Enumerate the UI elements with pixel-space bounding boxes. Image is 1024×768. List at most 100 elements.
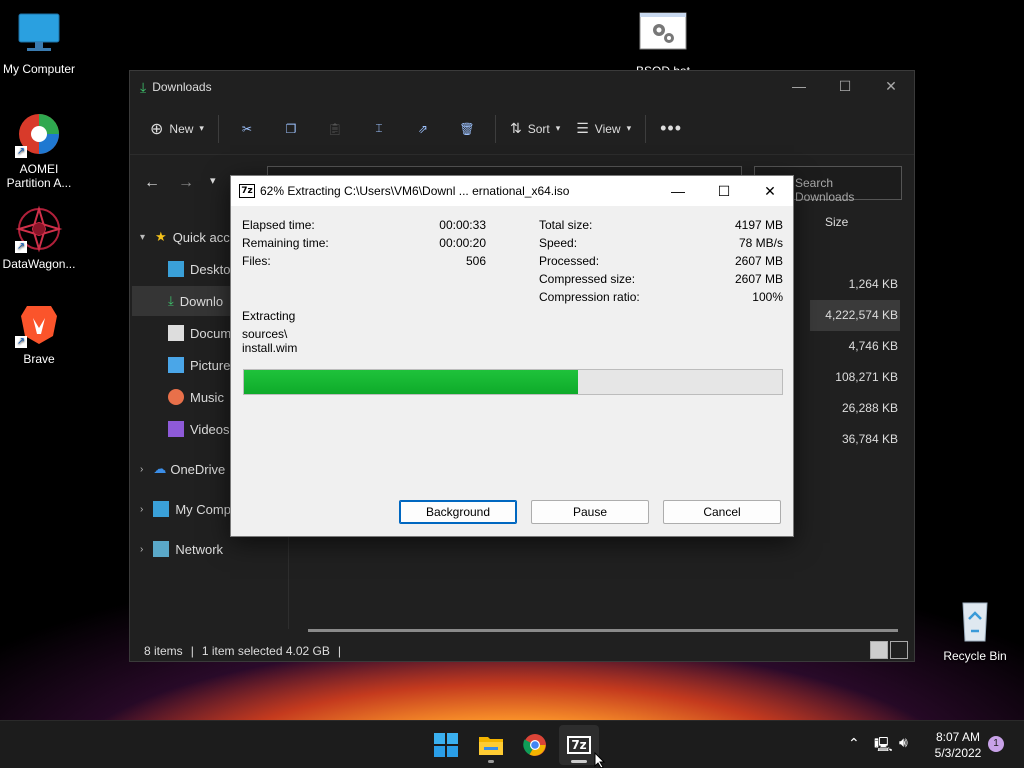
desktop-icon-recycle-bin[interactable]: Recycle Bin	[935, 597, 1015, 663]
chevron-up-icon[interactable]: ⌃	[848, 735, 860, 752]
system-clock[interactable]: 8:07 AM 5/3/2022	[922, 729, 994, 761]
stat-value: 00:00:33	[439, 218, 486, 232]
desktop-icon-datawagon[interactable]: ↗ DataWagon...	[0, 205, 79, 271]
column-header-size[interactable]: Size	[825, 215, 848, 229]
download-arrow-icon: ⤓	[168, 293, 174, 308]
copy-button[interactable]: ❐	[275, 113, 307, 145]
command-bar: ⊕ New ▾ ✂ ❐ 📋︎ ⌶ ⇗ 🗑︎ ⇅ Sort ▾ ☰ View ▾ …	[130, 103, 914, 155]
chevron-right-icon: ›	[140, 463, 144, 475]
file-size-cell[interactable]: 4,746 KB	[810, 331, 900, 362]
nav-my-computer[interactable]: › My Comp	[140, 494, 231, 524]
file-size-cell[interactable]: 4,222,574 KB	[810, 300, 900, 331]
nav-desktop[interactable]: Desktop	[168, 254, 238, 284]
forward-arrow-icon[interactable]: →	[178, 174, 194, 192]
progress-fill	[244, 370, 578, 394]
stat-value: 100%	[752, 290, 783, 304]
stat-processed: Processed: 2607 MB	[539, 252, 783, 270]
recent-locations-chevron-icon[interactable]: ▾	[210, 174, 216, 187]
minimize-button[interactable]: —	[655, 176, 701, 206]
stat-value: 00:00:20	[439, 236, 486, 250]
nav-videos[interactable]: Videos	[168, 414, 230, 444]
stat-value: 78 MB/s	[738, 236, 783, 250]
more-options-button[interactable]: •••	[652, 113, 690, 145]
volume-icon[interactable]: 🔊︎	[899, 734, 908, 751]
background-button[interactable]: Background	[399, 500, 517, 524]
details-view-icon[interactable]	[870, 641, 888, 659]
nav-network[interactable]: › Network	[140, 534, 223, 564]
pictures-icon	[168, 357, 184, 373]
brave-lion-icon: ↗	[15, 300, 63, 348]
rename-button[interactable]: ⌶	[363, 113, 395, 145]
mouse-cursor-icon	[594, 752, 606, 768]
file-size-cell[interactable]: 108,271 KB	[810, 362, 900, 393]
monitor-icon	[153, 501, 170, 517]
taskbar-file-explorer[interactable]	[471, 725, 511, 765]
cancel-button[interactable]: Cancel	[663, 500, 781, 524]
file-size-cell[interactable]: 26,288 KB	[810, 393, 900, 424]
stat-label: Speed:	[539, 236, 578, 250]
operation-label: Extracting	[242, 309, 296, 323]
close-button[interactable]: ✕	[747, 176, 793, 206]
scissors-icon: ✂	[241, 121, 252, 136]
windows-logo-icon	[434, 733, 458, 757]
nav-pictures[interactable]: Pictures	[168, 350, 237, 380]
paste-button[interactable]: 📋︎	[319, 113, 351, 145]
chrome-icon	[523, 734, 546, 756]
rename-icon: ⌶	[375, 121, 383, 135]
new-button[interactable]: ⊕ New ▾	[142, 113, 212, 145]
music-note-icon	[168, 389, 184, 405]
minimize-button[interactable]: —	[776, 71, 822, 101]
delete-button[interactable]: 🗑︎	[451, 113, 483, 145]
7zip-logo-icon: 7z	[567, 736, 591, 754]
new-button-label: New	[169, 121, 194, 136]
file-size-cell[interactable]: 36,784 KB	[810, 424, 900, 455]
notification-badge[interactable]: 1	[988, 736, 1004, 752]
status-item-count: 8 items	[144, 644, 183, 658]
desktop-icon-label: DataWagon...	[2, 257, 76, 271]
shortcut-arrow-icon: ↗	[15, 336, 27, 348]
desktop-icon-label: Recycle Bin	[943, 649, 1007, 663]
monitor-icon	[15, 10, 63, 58]
current-path-file: install.wim	[242, 341, 298, 355]
stat-files: Files: 506	[242, 252, 486, 270]
chevron-right-icon: ›	[140, 543, 144, 555]
tiles-view-icon[interactable]	[890, 641, 908, 659]
back-arrow-icon[interactable]: ←	[144, 174, 160, 192]
maximize-button[interactable]: ☐	[701, 176, 747, 206]
nav-onedrive[interactable]: › ☁ OneDrive	[140, 454, 225, 484]
desktop-icon-brave[interactable]: ↗ Brave	[0, 300, 79, 366]
pause-button[interactable]: Pause	[531, 500, 649, 524]
status-selection: 1 item selected 4.02 GB	[201, 644, 330, 658]
cut-button[interactable]: ✂	[231, 113, 263, 145]
nav-label: Music	[190, 389, 224, 405]
chevron-down-icon: ▾	[626, 123, 632, 133]
stat-compressed-size: Compressed size: 2607 MB	[539, 270, 783, 288]
nav-quick-access[interactable]: ▾ ★ Quick acc	[140, 222, 230, 252]
network-icon[interactable]: 🖳︎	[874, 734, 893, 758]
7zip-logo-icon: 7z	[239, 184, 255, 198]
maximize-button[interactable]: ☐	[822, 71, 868, 101]
sort-button[interactable]: ⇅ Sort ▾	[502, 113, 568, 145]
view-button[interactable]: ☰ View ▾	[568, 113, 639, 145]
toolbar-divider	[494, 114, 496, 143]
batch-file-gear-icon	[639, 12, 687, 60]
desktop-icon-aomei[interactable]: ↗ AOMEI Partition A...	[0, 110, 79, 190]
extraction-progress-dialog: 7z 62% Extracting C:\Users\VM6\Downl ...…	[230, 175, 794, 537]
stat-value: 4197 MB	[734, 218, 783, 232]
close-button[interactable]: ✕	[868, 71, 914, 101]
taskbar-7zip[interactable]: 7z	[559, 725, 599, 765]
nav-documents[interactable]: Docum	[168, 318, 231, 348]
stat-value: 2607 MB	[734, 254, 783, 268]
file-size-cell[interactable]: 1,264 KB	[810, 269, 900, 300]
desktop-icon-bsod-bat[interactable]: BSOD.bat	[623, 12, 703, 78]
start-button[interactable]	[426, 725, 466, 765]
share-button[interactable]: ⇗	[407, 113, 439, 145]
desktop-icon-my-computer[interactable]: My Computer	[0, 10, 79, 76]
horizontal-scrollbar[interactable]	[308, 629, 898, 632]
stat-compression-ratio: Compression ratio: 100%	[539, 288, 783, 306]
nav-music[interactable]: Music	[168, 382, 224, 412]
sort-button-label: Sort	[527, 121, 550, 136]
taskbar-chrome[interactable]	[515, 725, 555, 765]
window-title: Downloads	[152, 80, 212, 94]
extraction-progress-bar	[243, 369, 783, 395]
